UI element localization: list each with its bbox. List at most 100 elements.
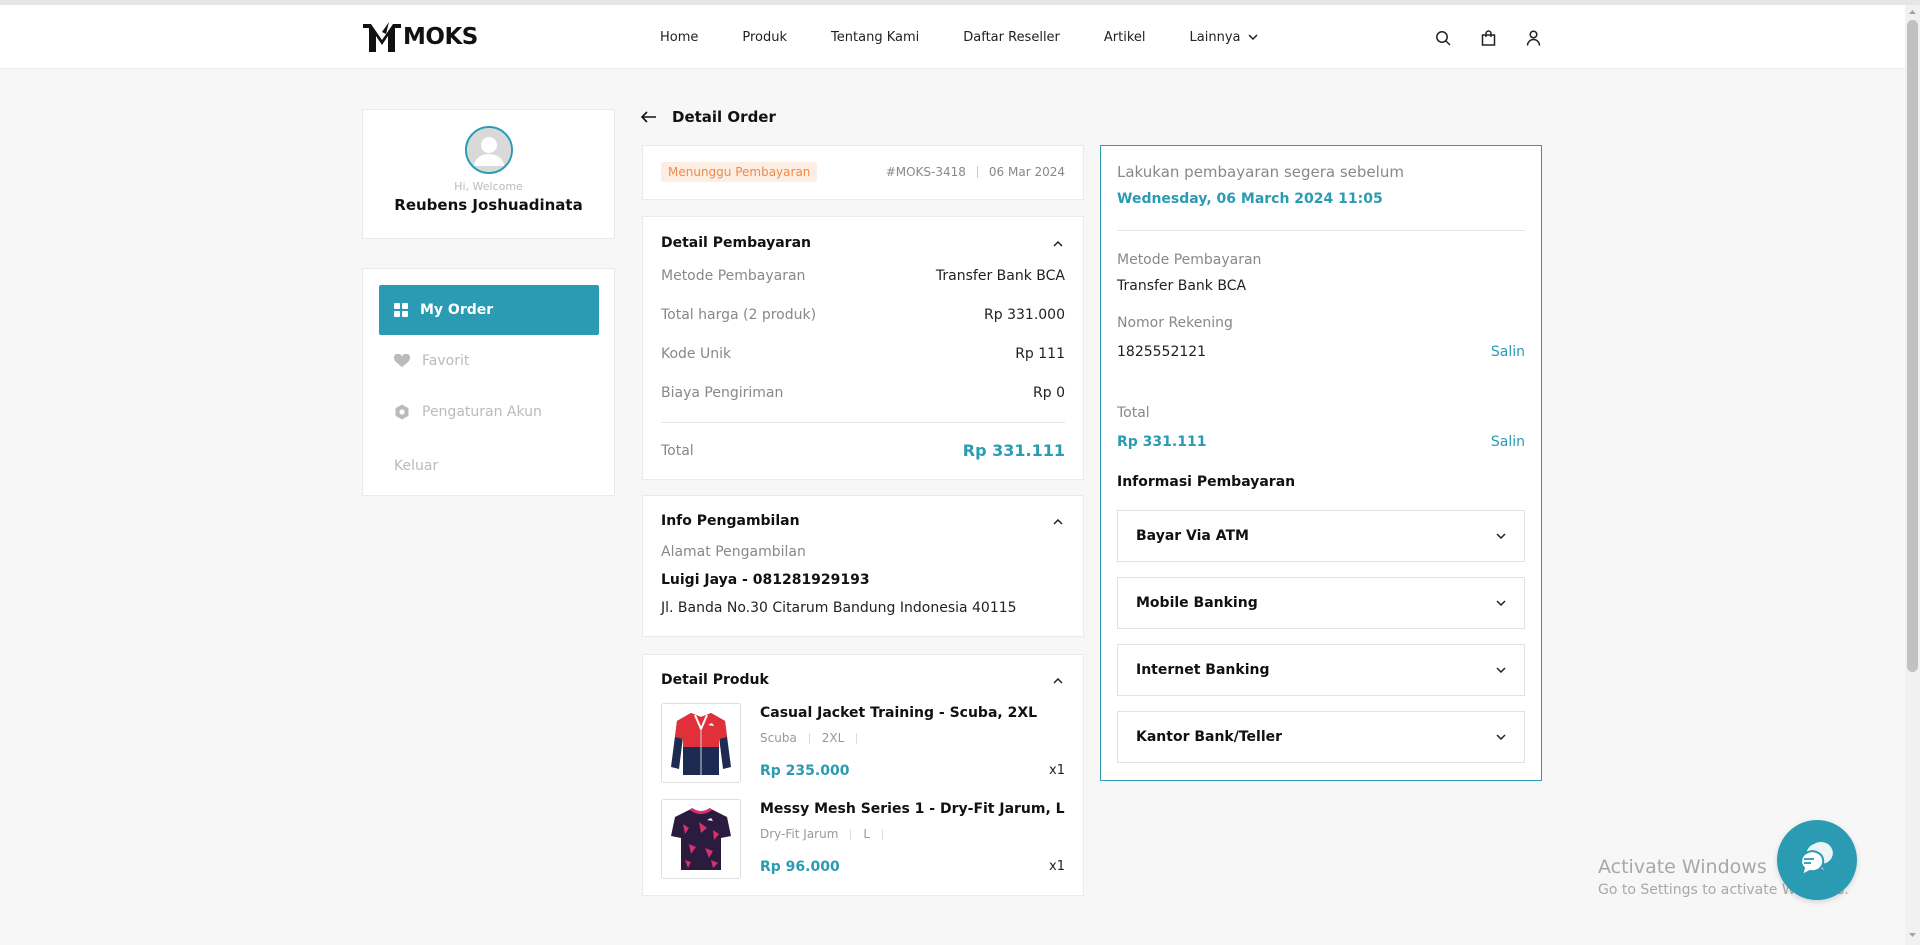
- row-label: Kode Unik: [661, 346, 732, 362]
- nav-lainnya[interactable]: Lainnya: [1190, 30, 1258, 45]
- profile-card: Hi, Welcome Reubens Joshuadinata: [362, 109, 615, 239]
- nav-tentang-kami[interactable]: Tentang Kami: [831, 30, 919, 45]
- chevron-up-icon[interactable]: [1051, 237, 1065, 251]
- nav-home[interactable]: Home: [660, 30, 698, 45]
- row-label: Biaya Pengiriman: [661, 385, 784, 401]
- sidebar-item-label: Pengaturan Akun: [422, 404, 542, 420]
- product-size: L: [863, 827, 871, 841]
- avatar[interactable]: [464, 126, 513, 174]
- shopping-bag-icon[interactable]: [1477, 27, 1499, 49]
- payment-row: Metode Pembayaran Transfer Bank BCA: [661, 268, 1065, 284]
- scroll-down-arrow-icon[interactable]: [1907, 930, 1918, 940]
- row-value: Rp 0: [1033, 385, 1065, 401]
- nav-daftar-reseller[interactable]: Daftar Reseller: [963, 30, 1060, 45]
- product-variant: Scuba 2XL: [760, 731, 869, 745]
- payment-instructions-card: Lakukan pembayaran segera sebelum Wednes…: [1100, 145, 1542, 781]
- order-date: 06 Mar 2024: [988, 165, 1065, 179]
- divider: [882, 828, 884, 840]
- accordion-atm[interactable]: Bayar Via ATM: [1117, 510, 1525, 562]
- method-label: Metode Pembayaran: [1117, 252, 1262, 268]
- account-menu: My Order Favorit Pengaturan Akun Keluar: [362, 268, 615, 496]
- chevron-down-icon: [1496, 600, 1506, 606]
- sidebar-item-my-order[interactable]: My Order: [379, 285, 599, 335]
- chevron-up-icon[interactable]: [1051, 515, 1065, 529]
- settings-icon: [395, 404, 409, 420]
- jersey-image: [671, 807, 731, 870]
- chevron-down-icon: [1496, 734, 1506, 740]
- grid-icon: [394, 303, 408, 317]
- page-header: Detail Order: [641, 108, 776, 126]
- payment-info-title: Informasi Pembayaran: [1117, 474, 1296, 490]
- status-badge: Menunggu Pembayaran: [661, 162, 818, 182]
- total-label: Total: [1117, 405, 1150, 421]
- sidebar-item-label: Favorit: [422, 353, 470, 369]
- row-value: Transfer Bank BCA: [935, 268, 1065, 284]
- copy-total-button[interactable]: Salin: [1491, 434, 1525, 450]
- chat-bubbles-icon: [1800, 842, 1833, 877]
- logo-text: MOKS: [403, 24, 478, 50]
- user-icon[interactable]: [1522, 27, 1544, 49]
- accordion-internet-banking[interactable]: Internet Banking: [1117, 644, 1525, 696]
- deadline-datetime: Wednesday, 06 March 2024 11:05: [1117, 191, 1383, 207]
- sidebar-item-label: Keluar: [394, 458, 439, 474]
- accordion-label: Internet Banking: [1136, 662, 1270, 678]
- payment-total-row: Total Rp 331.111: [661, 441, 1065, 460]
- moks-logo[interactable]: MOKS: [362, 20, 478, 54]
- payment-row: Total harga (2 produk) Rp 331.000: [661, 307, 1065, 323]
- moks-logo-icon: [363, 22, 401, 52]
- product-name[interactable]: Messy Mesh Series 1 - Dry-Fit Jarum, L: [760, 801, 1065, 817]
- accordion-mobile-banking[interactable]: Mobile Banking: [1117, 577, 1525, 629]
- account-label: Nomor Rekening: [1117, 315, 1233, 331]
- accordion-label: Bayar Via ATM: [1136, 528, 1249, 544]
- product-image[interactable]: [661, 703, 741, 783]
- row-label: Total harga (2 produk): [661, 307, 817, 323]
- search-icon[interactable]: [1432, 27, 1454, 49]
- header-icons: [1432, 27, 1567, 49]
- sidebar-item-favorit[interactable]: Favorit: [379, 336, 599, 386]
- pickup-address: Jl. Banda No.30 Citarum Bandung Indonesi…: [661, 600, 1017, 616]
- payment-row: Biaya Pengiriman Rp 0: [661, 385, 1065, 401]
- chat-button[interactable]: [1777, 820, 1857, 900]
- product-qty: x1: [1049, 763, 1065, 778]
- product-detail-card: Detail Produk Casual Jacket Training - S…: [642, 654, 1084, 896]
- page-scrollbar-thumb[interactable]: [1907, 20, 1918, 672]
- sidebar-item-keluar[interactable]: Keluar: [379, 441, 599, 491]
- order-status-card: Menunggu Pembayaran #MOKS-3418 06 Mar 20…: [642, 145, 1084, 200]
- row-value: Rp 331.000: [984, 307, 1065, 323]
- deadline-label: Lakukan pembayaran segera sebelum: [1117, 163, 1404, 181]
- product-size: 2XL: [821, 731, 845, 745]
- divider: [808, 732, 810, 744]
- accordion-kantor-bank-teller[interactable]: Kantor Bank/Teller: [1117, 711, 1525, 763]
- account-number: 1825552121: [1117, 344, 1207, 360]
- chevron-down-icon: [1496, 667, 1506, 673]
- product-item[interactable]: Casual Jacket Training - Scuba, 2XL Scub…: [661, 703, 1065, 783]
- total-label: Total: [661, 442, 694, 459]
- total-amount: Rp 331.111: [1117, 434, 1207, 450]
- product-name[interactable]: Casual Jacket Training - Scuba, 2XL: [760, 705, 1037, 721]
- back-arrow-icon[interactable]: [641, 108, 659, 126]
- product-price: Rp 235.000: [760, 763, 850, 779]
- copy-account-button[interactable]: Salin: [1491, 344, 1525, 360]
- welcome-text: Hi, Welcome: [454, 180, 523, 193]
- pickup-info-card: Info Pengambilan Alamat Pengambilan Luig…: [642, 495, 1084, 637]
- pickup-label: Alamat Pengambilan: [661, 544, 806, 560]
- section-title: Info Pengambilan: [661, 513, 800, 529]
- product-item[interactable]: Messy Mesh Series 1 - Dry-Fit Jarum, L D…: [661, 799, 1065, 879]
- main-nav: Home Produk Tentang Kami Daftar Reseller…: [660, 5, 1302, 69]
- nav-artikel[interactable]: Artikel: [1104, 30, 1146, 45]
- row-label: Metode Pembayaran: [661, 268, 806, 284]
- product-material: Scuba: [760, 731, 797, 745]
- nav-produk[interactable]: Produk: [742, 30, 787, 45]
- order-id: #MOKS-3418: [885, 165, 966, 179]
- chevron-down-icon: [1247, 34, 1258, 40]
- chevron-up-icon[interactable]: [1051, 674, 1065, 688]
- scroll-up-arrow-icon[interactable]: [1907, 7, 1918, 17]
- product-image[interactable]: [661, 799, 741, 879]
- page-title: Detail Order: [672, 108, 776, 126]
- section-title: Detail Pembayaran: [661, 235, 812, 251]
- sidebar-item-pengaturan-akun[interactable]: Pengaturan Akun: [379, 387, 599, 437]
- accordion-label: Mobile Banking: [1136, 595, 1258, 611]
- pickup-contact: Luigi Jaya - 081281929193: [661, 572, 870, 588]
- jacket-image: [671, 713, 731, 775]
- product-variant: Dry-Fit Jarum L: [760, 827, 895, 841]
